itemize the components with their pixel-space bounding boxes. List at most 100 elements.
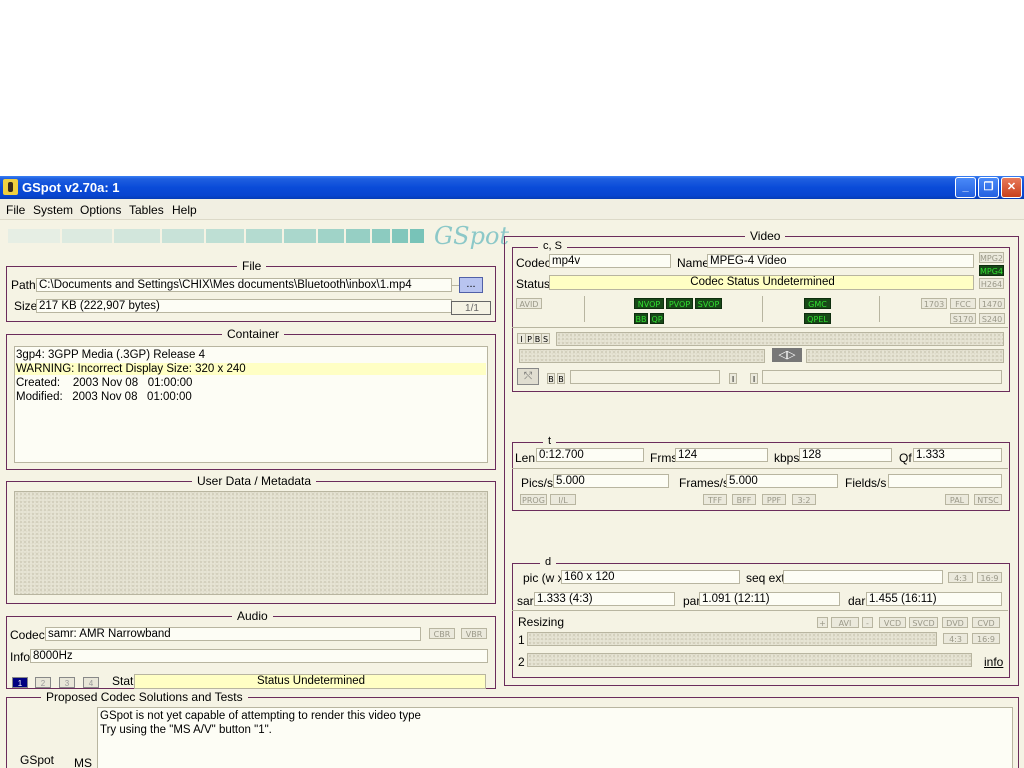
resize-vcd-button[interactable]: VCD bbox=[879, 617, 906, 628]
resize-svcd-button[interactable]: SVCD bbox=[909, 617, 938, 628]
b-frame-indicator: B bbox=[547, 373, 555, 384]
resize-plus-button[interactable]: + bbox=[817, 617, 828, 628]
browse-button[interactable]: ... bbox=[459, 277, 483, 293]
svop-indicator: SVOP bbox=[695, 298, 722, 309]
len-label: Len bbox=[515, 451, 536, 465]
pics-label: Pics/s bbox=[521, 476, 554, 490]
container-warning-line: WARNING: Incorrect Display Size: 320 x 2… bbox=[15, 363, 486, 375]
cs-legend: c, S bbox=[538, 240, 567, 252]
gop-arrow-icon: ◁▷ bbox=[772, 348, 802, 362]
close-button[interactable]: ✕ bbox=[1001, 177, 1022, 198]
tff-indicator: TFF bbox=[703, 494, 727, 505]
resize-row-2-bar bbox=[527, 653, 972, 667]
proposed-line: Try using the "MS A/V" button "1". bbox=[100, 724, 272, 736]
container-panel: Container 3gp4: 3GPP Media (.3GP) Releas… bbox=[6, 327, 496, 470]
interlaced-indicator: I/L bbox=[550, 494, 576, 505]
frms-label: Frms bbox=[650, 451, 678, 465]
graph-icon[interactable]: ⤲ bbox=[517, 368, 539, 385]
container-legend: Container bbox=[222, 327, 285, 341]
minimize-button[interactable]: _ bbox=[955, 177, 976, 198]
resize-minus-button[interactable]: - bbox=[862, 617, 873, 628]
pic-size-label: pic (w x h) bbox=[523, 571, 561, 585]
ar-4-3-indicator-2: 4:3 bbox=[943, 633, 968, 644]
metadata-legend: User Data / Metadata bbox=[192, 474, 317, 488]
sar-field: 1.333 (4:3) bbox=[534, 592, 675, 606]
len-field: 0:12.700 bbox=[536, 448, 644, 462]
gspot-render-label: GSpot bbox=[20, 753, 55, 767]
metadata-box bbox=[14, 491, 488, 595]
video-codec-label: Codec bbox=[516, 256, 551, 270]
proposed-line: GSpot is not yet capable of attempting t… bbox=[100, 710, 421, 722]
title-bar[interactable]: GSpot v2.70a: 1 _ ❐ ✕ bbox=[0, 176, 1024, 199]
audio-info-label: Info bbox=[10, 650, 31, 664]
proposed-legend: Proposed Codec Solutions and Tests bbox=[41, 690, 248, 704]
fields-label: Fields/s bbox=[845, 476, 887, 490]
qp-indicator: QP bbox=[650, 313, 664, 324]
resize-cvd-button[interactable]: CVD bbox=[972, 617, 1000, 628]
video-name-label: Name bbox=[677, 256, 710, 270]
d-legend: d bbox=[540, 556, 557, 568]
proposed-text-box: GSpot is not yet capable of attempting t… bbox=[97, 707, 1013, 768]
menu-system[interactable]: System bbox=[33, 203, 73, 217]
file-legend: File bbox=[237, 259, 267, 273]
sar-label: sar bbox=[517, 594, 534, 608]
audio-stream-tab-4[interactable]: 4 bbox=[83, 677, 99, 688]
info-link[interactable]: info bbox=[984, 655, 1003, 669]
s170-indicator: S170 bbox=[950, 313, 976, 324]
menu-bar: File System Options Tables Help bbox=[0, 199, 1024, 220]
resize-row-1-label: 1 bbox=[518, 633, 525, 647]
video-status-field: Codec Status Undetermined bbox=[549, 275, 974, 290]
audio-info-field: 8000Hz bbox=[30, 649, 488, 663]
menu-tables[interactable]: Tables bbox=[129, 203, 164, 217]
mpg2-indicator: MPG2 bbox=[979, 252, 1004, 263]
pic-size-field: 160 x 120 bbox=[561, 570, 740, 584]
ar-16-9-indicator: 16:9 bbox=[977, 572, 1002, 583]
gmc-indicator: GMC bbox=[804, 298, 831, 309]
audio-codec-field: samr: AMR Narrowband bbox=[45, 627, 421, 641]
video-status-label: Status bbox=[516, 277, 551, 291]
audio-stat-field: Status Undetermined bbox=[134, 674, 486, 689]
audio-stream-tab-3[interactable]: 3 bbox=[59, 677, 75, 688]
frms-field: 124 bbox=[675, 448, 768, 462]
prog-indicator: PROG bbox=[520, 494, 547, 505]
bb-indicator: BB bbox=[634, 313, 648, 324]
par-field: 1.091 (12:11) bbox=[699, 592, 840, 606]
app-icon bbox=[3, 179, 18, 195]
path-field[interactable]: C:\Documents and Settings\CHIX\Mes docum… bbox=[36, 278, 452, 292]
menu-file[interactable]: File bbox=[6, 203, 25, 217]
resize-avi-button[interactable]: AVI bbox=[831, 617, 859, 628]
size-field: 217 KB (222,907 bytes) bbox=[36, 299, 452, 313]
menu-help[interactable]: Help bbox=[172, 203, 197, 217]
i-frame-indicator: I bbox=[750, 373, 758, 384]
audio-stat-label: Stat bbox=[112, 674, 134, 688]
audio-stream-tab-1[interactable]: 1 bbox=[12, 677, 28, 688]
qf-label: Qf bbox=[899, 451, 912, 465]
gop-bar-left bbox=[519, 349, 765, 363]
audio-stream-tab-2[interactable]: 2 bbox=[35, 677, 51, 688]
frame-type-bar bbox=[556, 332, 1004, 346]
i-frame-indicator: I bbox=[729, 373, 737, 384]
path-label: Path bbox=[11, 278, 36, 292]
menu-options[interactable]: Options bbox=[80, 203, 121, 217]
container-line: Created: 2003 Nov 08 01:00:00 bbox=[16, 377, 193, 389]
pulldown-indicator: 3:2 bbox=[792, 494, 816, 505]
kbps-field: 128 bbox=[799, 448, 892, 462]
fcc-indicator: FCC bbox=[950, 298, 976, 309]
iso-1703-indicator: 1703 bbox=[921, 298, 947, 309]
qpel-indicator: QPEL bbox=[804, 313, 831, 324]
container-line: 3gp4: 3GPP Media (.3GP) Release 4 bbox=[16, 349, 206, 361]
iso-1470-indicator: 1470 bbox=[979, 298, 1005, 309]
resize-dvd-button[interactable]: DVD bbox=[942, 617, 968, 628]
resize-row-2-label: 2 bbox=[518, 655, 525, 669]
cbr-indicator: CBR bbox=[429, 628, 455, 639]
gspot-logo: GSpot bbox=[434, 222, 510, 250]
ppf-indicator: PPF bbox=[762, 494, 786, 505]
dar-label: dar bbox=[848, 594, 866, 608]
metadata-panel: User Data / Metadata bbox=[6, 474, 496, 604]
audio-codec-label: Codec bbox=[10, 628, 45, 642]
b-frame-indicator: B bbox=[557, 373, 565, 384]
ar-16-9-indicator-2: 16:9 bbox=[972, 633, 1000, 644]
pal-indicator: PAL bbox=[945, 494, 969, 505]
restore-button[interactable]: ❐ bbox=[978, 177, 999, 198]
resize-row-1-bar bbox=[527, 632, 937, 646]
